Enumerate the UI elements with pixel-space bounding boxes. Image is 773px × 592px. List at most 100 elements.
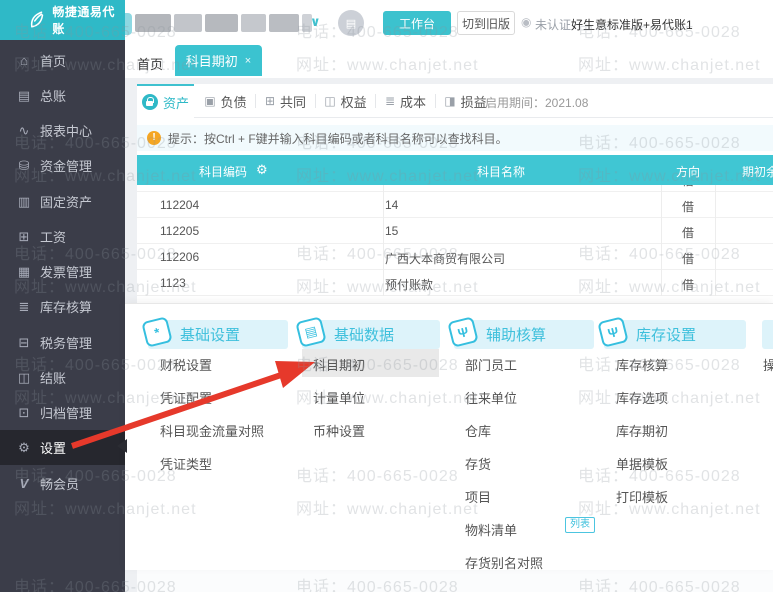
cell-direction: 借 [682,252,695,266]
sidebar: 畅捷通易代账 ⌂ 首页 ▤ 总账 ∿ 报表中心 ⛁ 资金管理 ▥ 固定资产 ⊞ 工资 ▦ 发票… [0,0,125,592]
sidebar-item-home[interactable]: ⌂ 首页 [0,43,125,78]
sidebar-item-funds[interactable]: ⛁ 资金管理 [0,148,125,183]
sidebar-item-reports[interactable]: ∿ 报表中心 [0,113,125,148]
sidebar-item-ledger[interactable]: ▤ 总账 [0,78,125,113]
cell-name: 预付账款 [385,278,434,292]
menu-item-warehouse[interactable]: 仓库 [465,421,491,440]
workbench-button[interactable]: 工作台 [383,11,451,35]
divider [375,94,376,108]
menu-item-project[interactable]: 项目 [465,487,491,506]
list-badge[interactable]: 列表 [565,517,595,533]
cell-code: 1123 [160,276,186,290]
menu-item-voucher-type[interactable]: 凭证类型 [160,454,212,473]
sidebar-item-closing[interactable]: ◫ 结账 [0,360,125,395]
sidebar-item-label: 税务管理 [40,336,93,351]
sidebar-item-salary[interactable]: ⊞ 工资 [0,219,125,254]
cell-direction: 借 [682,226,695,240]
category-tabs: 资产 ▣ 负债 ⊞ 共同 ◫ 权益 ≣ 成本 ◨ 损益 启用期间：2021.08 [137,84,773,118]
menu-item-clipped[interactable]: 操 [763,355,773,374]
col-header-code: 科目编码 [199,165,248,179]
sidebar-item-label: 报表中心 [40,124,93,139]
tab-assets[interactable]: 资产 [137,84,194,118]
sidebar-item-fixed-assets[interactable]: ▥ 固定资产 [0,184,125,219]
tab-home[interactable]: 首页 [137,54,163,73]
invoice-icon: ▦ [17,263,31,279]
menu-item-subject-opening[interactable]: 科目期初 [313,355,365,374]
menu-item-partners[interactable]: 往来单位 [465,388,517,407]
subtab-label: 共同 [280,94,307,110]
sidebar-item-inventory[interactable]: ≣ 库存核算 [0,289,125,324]
warehouse-icon: ≣ [18,298,30,314]
table-body: 13 借 112204 14 借 112205 15 借 112206 广西大本… [137,185,773,296]
tab-cost[interactable]: ≣ 成本 [377,84,434,118]
cell-code: 112206 [160,250,200,264]
sidebar-item-label: 固定资产 [40,195,93,210]
tab-subject-opening[interactable]: 科目期初 × [175,45,262,76]
table-row[interactable]: 1123 预付账款 借 [137,270,773,296]
sidebar-item-settings[interactable]: ⚙ 设置 [0,430,125,465]
menu-item-fiscal-settings[interactable]: 财税设置 [160,355,212,374]
gear-icon[interactable]: ⚙ [256,162,268,178]
fixed-assets-icon: ▥ [17,193,31,209]
menu-item-inventory-options[interactable]: 库存选项 [616,388,668,407]
home-icon: ⌂ [20,53,28,68]
menu-item-inventory-accounting[interactable]: 库存核算 [616,355,668,374]
sidebar-collapse-handle[interactable] [125,13,132,35]
chevron-down-icon[interactable]: ∨ [310,14,321,30]
menu-item-inventory-opening[interactable]: 库存期初 [616,421,668,440]
tip-text: 提示：按Ctrl + F键并输入科目编码或者科目名称可以查找科目。 [168,131,508,146]
info-icon: ! [147,131,161,145]
popup-arrow-pointer [117,439,127,453]
notebook-icon[interactable]: ▤ [338,10,364,36]
category-title: 基础数据 [334,327,395,344]
category-basic-data: ▤ 基础数据 [295,315,440,349]
divider [315,94,316,108]
menu-item-voucher-config[interactable]: 凭证配置 [160,388,212,407]
sidebar-item-label: 首页 [40,54,67,69]
menu-item-dept-staff[interactable]: 部门员工 [465,355,517,374]
menu-item-doc-template[interactable]: 单据模板 [616,454,668,473]
menu-item-stock[interactable]: 存货 [465,454,491,473]
divider [255,94,256,108]
menu-item-cashflow-mapping[interactable]: 科目现金流量对照 [160,421,264,440]
liability-icon: ▣ [204,94,216,108]
tab-bar: 首页 科目期初 × [125,44,773,78]
gear-icon: ⚙ [18,439,30,455]
category-auxiliary: Ψ 辅助核算 [447,315,594,349]
tab-equity[interactable]: ◫ 权益 [317,84,374,118]
cost-layers-icon: ≣ [384,94,396,108]
censored-company-name[interactable] [135,14,312,32]
sidebar-item-label: 总账 [40,89,67,104]
menu-item-currency[interactable]: 币种设置 [313,421,365,440]
subtab-label: 损益 [460,94,487,110]
table-header: 科目编码 ⚙ 科目名称 方向 期初余额 [137,155,773,185]
menu-item-bom[interactable]: 物料清单 [465,520,517,539]
col-header-name: 科目名称 [477,165,526,179]
tab-liabilities[interactable]: ▣ 负债 [197,84,254,118]
table-row[interactable]: 112204 14 借 [137,192,773,218]
col-header-direction: 方向 [676,165,701,179]
archive-box-icon: ⊡ [18,404,30,420]
table-row[interactable]: 112205 15 借 [137,218,773,244]
tab-common[interactable]: ⊞ 共同 [257,84,314,118]
closing-book-icon: ◫ [17,369,31,385]
switch-old-version-button[interactable]: 切到旧版 [457,11,515,35]
sidebar-item-member[interactable]: V 畅会员 [0,466,125,501]
column-divider [383,185,384,296]
cert-badge-icon: ◉ [521,15,532,29]
category-title: 库存设置 [636,327,697,344]
table-row[interactable]: 112206 广西大本商贸有限公司 借 [137,244,773,270]
sidebar-item-tax[interactable]: ⊟ 税务管理 [0,325,125,360]
menu-item-print-template[interactable]: 打印模板 [616,487,668,506]
sidebar-item-archive[interactable]: ⊡ 归档管理 [0,395,125,430]
divider [435,94,436,108]
data-card-icon: ▤ [295,315,327,348]
close-tab-icon[interactable]: × [245,55,251,67]
sidebar-item-invoice[interactable]: ▦ 发票管理 [0,254,125,289]
subject-opening-panel: 资产 ▣ 负债 ⊞ 共同 ◫ 权益 ≣ 成本 ◨ 损益 启用期间：2021.08 ! 提示… [137,84,773,303]
app-logo-text: 畅捷通易代账 [52,5,115,36]
menu-item-measure-unit[interactable]: 计量单位 [313,388,365,407]
tab-label: 科目期初 [185,54,238,69]
menu-item-stock-alias[interactable]: 存货别名对照 [465,553,543,572]
cell-direction: 借 [682,200,695,214]
